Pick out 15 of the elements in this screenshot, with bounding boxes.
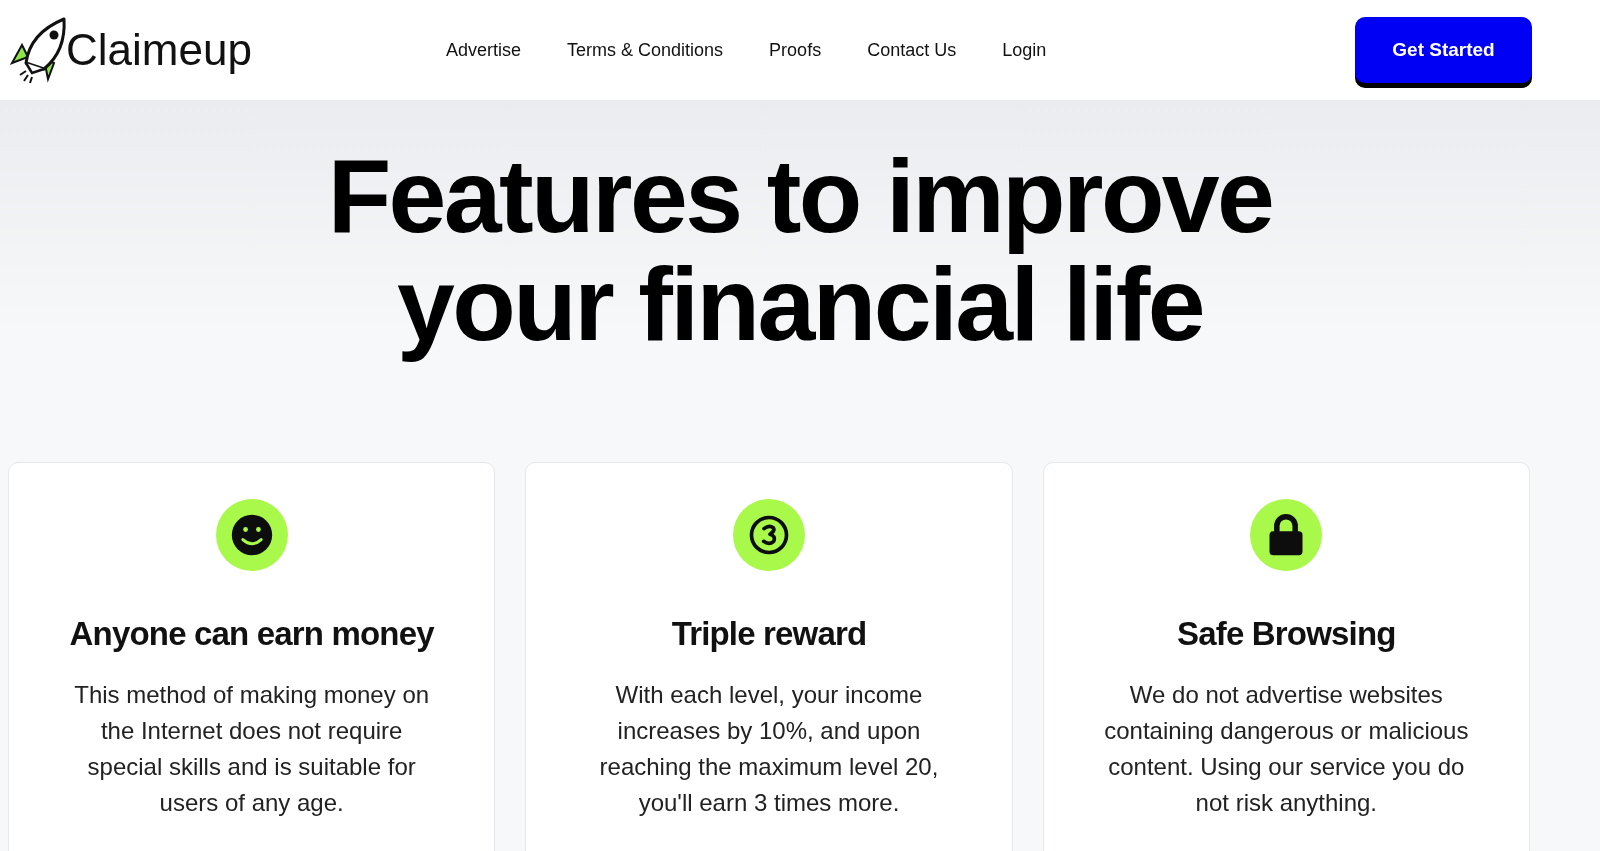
circled-three-icon	[749, 515, 789, 555]
nav-link[interactable]: Login	[1002, 36, 1047, 64]
nav-link[interactable]: Proofs	[769, 36, 822, 64]
feature-description: With each level, your income increases by 10%, and upon reaching the maximum level 20, you'll earn 3 times more.	[598, 679, 940, 818]
smiley-icon	[229, 513, 274, 557]
brand-name[interactable]: Claimeup	[66, 17, 252, 83]
feature-title: Anyone can earn money	[69, 614, 434, 654]
feature-description: We do not advertise websites containing dangerous or malicious content. Using our service you do not risk anything.	[1103, 679, 1470, 818]
feature-description: This method of making money on the Internet does not require special skills and is suitable for users of any age.	[73, 679, 431, 818]
nav-link[interactable]: Advertise	[446, 36, 522, 64]
lock-icon	[1267, 513, 1306, 557]
feature-title: Triple reward	[671, 614, 867, 654]
nav-link[interactable]: Terms & Conditions	[567, 36, 724, 64]
nav-link[interactable]: Contact Us	[867, 36, 957, 64]
feature-title: Safe Browsing	[1177, 614, 1396, 654]
